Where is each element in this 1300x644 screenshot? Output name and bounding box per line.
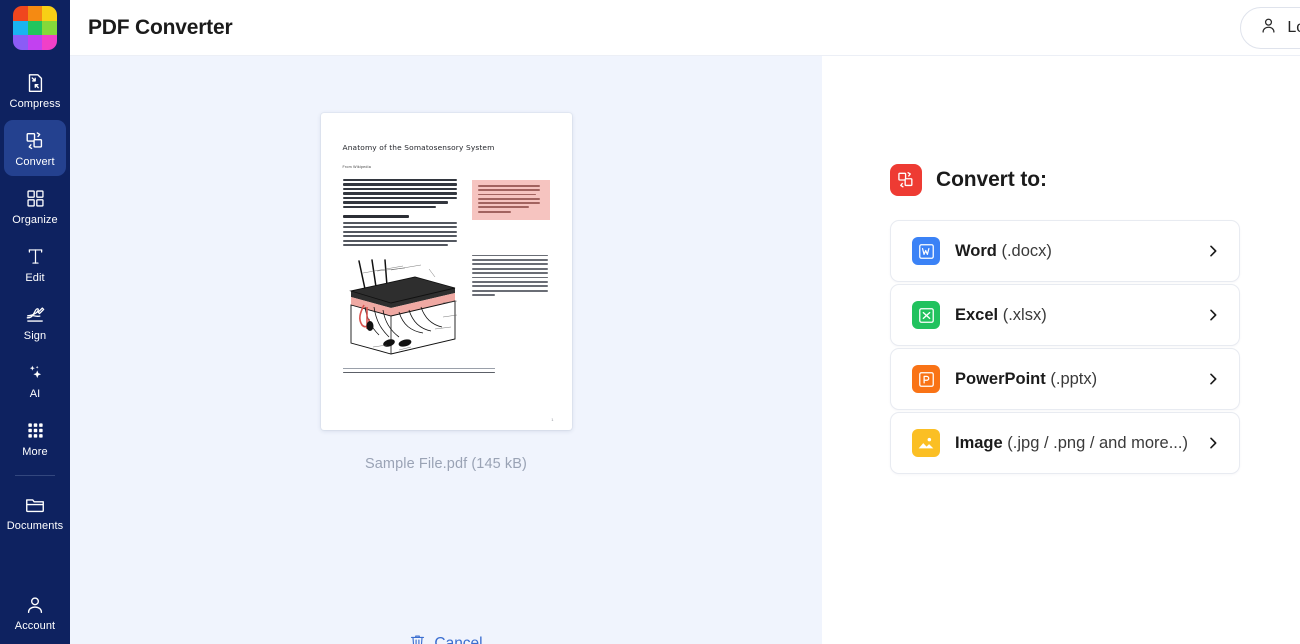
organize-icon xyxy=(25,187,46,211)
document-figure-caption xyxy=(471,254,550,363)
document-page: Anatomy of the Somatosensory System From… xyxy=(321,113,572,430)
chevron-right-icon xyxy=(1205,243,1221,259)
document-author: From Wikipedia xyxy=(342,165,371,169)
convert-option-label: Word (.docx) xyxy=(955,242,1205,261)
sidebar-item-label: Account xyxy=(14,619,56,632)
sidebar-item-label: More xyxy=(22,445,48,458)
convert-option-name: Excel xyxy=(955,305,999,324)
sidebar: Compress Convert Organize Edit Sign AI M… xyxy=(0,0,70,644)
convert-option-name: Word xyxy=(955,241,997,260)
sidebar-item-label: Sign xyxy=(23,329,47,342)
app-logo-grid xyxy=(13,6,57,50)
sparkles-icon xyxy=(25,361,46,385)
document-callout-box xyxy=(471,180,550,220)
login-button[interactable]: Log in xyxy=(1240,6,1300,49)
convert-to-header: Convert to: xyxy=(890,164,1240,196)
convert-option-name: PowerPoint xyxy=(955,369,1046,388)
sidebar-item-sign[interactable]: Sign xyxy=(4,294,66,350)
chevron-right-icon xyxy=(1205,435,1221,451)
convert-options-pane: Convert to: Word (.docx) Excel (.xlsx) P… xyxy=(822,56,1300,644)
page-title: PDF Converter xyxy=(88,15,233,39)
document-title: Anatomy of the Somatosensory System xyxy=(342,143,495,152)
sidebar-item-account[interactable]: Account xyxy=(4,584,66,640)
chevron-right-icon xyxy=(1205,371,1221,387)
cancel-button[interactable]: Cancel xyxy=(70,632,822,644)
convert-option-image[interactable]: Image (.jpg / .png / and more...) xyxy=(890,412,1240,474)
person-icon xyxy=(1259,16,1278,40)
document-figure-row xyxy=(343,254,552,363)
convert-option-label: PowerPoint (.pptx) xyxy=(955,370,1205,389)
convert-option-label: Image (.jpg / .png / and more...) xyxy=(955,434,1205,453)
chevron-right-icon xyxy=(1205,307,1221,323)
document-thumbnail[interactable]: Anatomy of the Somatosensory System From… xyxy=(320,113,572,430)
sidebar-item-documents[interactable]: Documents xyxy=(4,484,66,540)
word-icon xyxy=(912,237,940,265)
sidebar-item-label: Organize xyxy=(12,213,58,226)
document-callout xyxy=(471,179,550,249)
sidebar-item-organize[interactable]: Organize xyxy=(4,178,66,234)
skin-cross-section-diagram xyxy=(343,255,463,363)
login-button-label: Log in xyxy=(1287,18,1300,36)
app-logo[interactable] xyxy=(0,0,70,56)
cancel-button-label: Cancel xyxy=(434,635,483,644)
document-body-column xyxy=(342,179,463,249)
convert-option-label: Excel (.xlsx) xyxy=(955,306,1205,325)
sidebar-item-label: AI xyxy=(29,387,41,400)
sidebar-item-convert[interactable]: Convert xyxy=(4,120,66,176)
file-preview-pane: Anatomy of the Somatosensory System From… xyxy=(70,56,822,644)
person-icon xyxy=(24,593,46,617)
convert-option-name: Image xyxy=(955,433,1003,452)
edit-text-icon xyxy=(25,245,46,269)
powerpoint-icon xyxy=(912,365,940,393)
sidebar-item-edit[interactable]: Edit xyxy=(4,236,66,292)
file-name-label: Sample File.pdf (145 kB) xyxy=(365,456,527,472)
sidebar-item-compress[interactable]: Compress xyxy=(4,62,66,118)
app-root: Compress Convert Organize Edit Sign AI M… xyxy=(0,0,1300,644)
convert-icon xyxy=(24,129,46,153)
sidebar-item-ai[interactable]: AI xyxy=(4,352,66,408)
trash-icon xyxy=(409,632,426,644)
main-region: PDF Converter Log in Anatomy of the Soma… xyxy=(70,0,1300,644)
convert-icon xyxy=(890,164,922,196)
convert-option-ext: (.pptx) xyxy=(1050,369,1098,388)
sidebar-item-label: Edit xyxy=(25,271,45,284)
convert-option-powerpoint[interactable]: PowerPoint (.pptx) xyxy=(890,348,1240,410)
convert-option-ext: (.jpg / .png / and more...) xyxy=(1007,433,1188,452)
image-icon xyxy=(912,429,940,457)
sidebar-item-label: Documents xyxy=(6,519,64,532)
document-footnote xyxy=(342,367,496,374)
document-section-heading xyxy=(342,215,409,218)
sidebar-item-label: Compress xyxy=(9,97,61,110)
compress-icon xyxy=(24,71,46,95)
grid-dots-icon xyxy=(26,419,45,443)
folder-icon xyxy=(24,493,46,517)
document-page-number: 1 xyxy=(551,417,554,422)
convert-option-excel[interactable]: Excel (.xlsx) xyxy=(890,284,1240,346)
convert-option-word[interactable]: Word (.docx) xyxy=(890,220,1240,282)
sidebar-item-more[interactable]: More xyxy=(4,410,66,466)
signature-icon xyxy=(24,303,47,327)
convert-to-label: Convert to: xyxy=(936,168,1047,191)
convert-option-ext: (.xlsx) xyxy=(1002,305,1047,324)
sidebar-item-label: Convert xyxy=(15,155,55,168)
body-area: Anatomy of the Somatosensory System From… xyxy=(70,56,1300,644)
convert-option-ext: (.docx) xyxy=(1001,241,1052,260)
excel-icon xyxy=(912,301,940,329)
top-bar: PDF Converter Log in xyxy=(70,0,1300,56)
sidebar-divider xyxy=(15,475,55,476)
